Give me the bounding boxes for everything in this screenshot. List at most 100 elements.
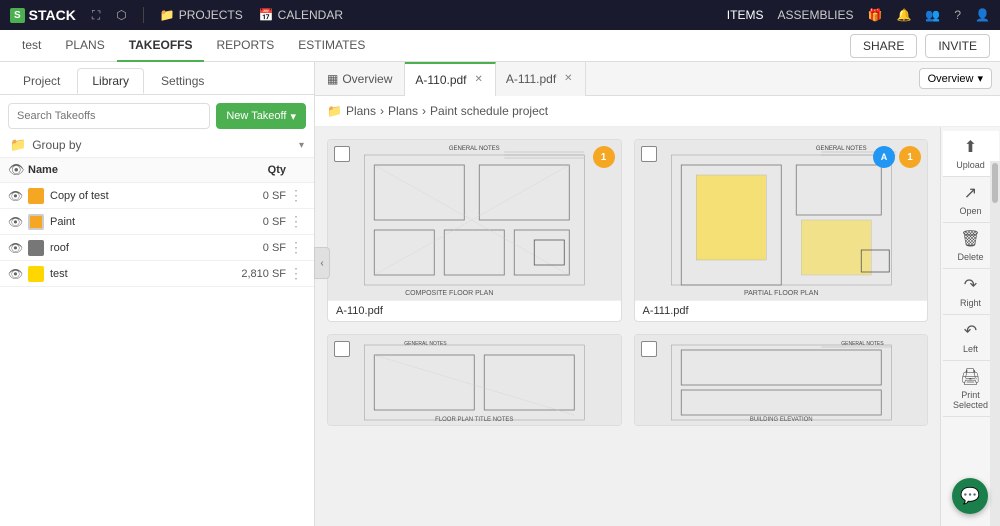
tab-a110-label: A-110.pdf: [415, 73, 466, 87]
table-row[interactable]: 👁 Paint 0 SF ⋮: [0, 209, 314, 235]
plan-thumb-a111: PARTIAL FLOOR PLAN GENERAL NOTES A 1: [635, 140, 928, 300]
tab-a110[interactable]: A-110.pdf ✕: [405, 62, 496, 96]
plan-card-a111[interactable]: PARTIAL FLOOR PLAN GENERAL NOTES A 1 A-1…: [634, 139, 929, 322]
plan-checkbox-a113[interactable]: [641, 341, 657, 357]
main-layout: Project Library Settings New Takeoff ▾ 📁…: [0, 62, 1000, 526]
top-nav: S STACK ⛶ ⬡ 📁 PROJECTS 📅 CALENDAR ITEMS …: [0, 0, 1000, 30]
overview-grid-icon: ▦: [327, 72, 338, 86]
account-icon[interactable]: 👤: [975, 8, 990, 22]
group-by-label: Group by: [32, 138, 293, 152]
breadcrumb-segment-3: Paint schedule project: [430, 104, 548, 118]
tab-overview[interactable]: ▦ Overview: [315, 62, 405, 96]
search-row: New Takeoff ▾: [0, 95, 314, 133]
external-link-icon[interactable]: ⬡: [116, 8, 126, 22]
tabs-bar: ▦ Overview A-110.pdf ✕ A-111.pdf ✕ Overv…: [315, 62, 1000, 96]
row-eye-icon: 👁: [8, 241, 28, 255]
subnav-reports[interactable]: REPORTS: [204, 30, 286, 62]
subnav-estimates[interactable]: ESTIMATES: [286, 30, 377, 62]
tabs-right: Overview ▾: [919, 68, 1000, 89]
breadcrumb-folder-icon: 📁: [327, 104, 342, 118]
breadcrumb-segment-1[interactable]: Plans: [346, 104, 376, 118]
plan-label-a111: A-111.pdf: [635, 300, 928, 321]
row-qty: 0 SF: [216, 242, 286, 254]
top-nav-right: ITEMS ASSEMBLIES 🎁 🔔 👥 ? 👤: [727, 8, 990, 22]
row-menu-icon[interactable]: ⋮: [286, 265, 306, 282]
group-folder-icon: 📁: [10, 137, 26, 153]
table-row[interactable]: 👁 roof 0 SF ⋮: [0, 235, 314, 261]
assemblies-link[interactable]: ASSEMBLIES: [777, 8, 853, 22]
plan-thumb-a113: BUILDING ELEVATION GENERAL NOTES: [635, 335, 928, 425]
subnav-test[interactable]: test: [10, 30, 53, 62]
row-menu-icon[interactable]: ⋮: [286, 239, 306, 256]
subnav-plans[interactable]: PLANS: [53, 30, 116, 62]
svg-text:GENERAL NOTES: GENERAL NOTES: [815, 146, 866, 152]
scrollbar-thumb[interactable]: [992, 163, 998, 203]
sub-nav: test PLANS TAKEOFFS REPORTS ESTIMATES SH…: [0, 30, 1000, 62]
qty-header: Qty: [216, 164, 286, 176]
row-eye-icon: 👁: [8, 215, 28, 229]
breadcrumb-segment-2[interactable]: Plans: [388, 104, 418, 118]
delete-label: Delete: [957, 252, 983, 262]
items-link[interactable]: ITEMS: [727, 8, 764, 22]
tab-a111[interactable]: A-111.pdf ✕: [496, 62, 586, 96]
tab-library[interactable]: Library: [77, 68, 144, 94]
plan-checkbox-a112[interactable]: [334, 341, 350, 357]
tab-a111-close[interactable]: ✕: [562, 71, 574, 86]
left-panel-tabs: Project Library Settings: [0, 62, 314, 95]
table-row[interactable]: 👁 Copy of test 0 SF ⋮: [0, 183, 314, 209]
folder-icon: 📁: [160, 8, 175, 22]
visibility-header: 👁: [8, 162, 28, 178]
right-content: ▦ Overview A-110.pdf ✕ A-111.pdf ✕ Overv…: [315, 62, 1000, 526]
breadcrumb-sep2: ›: [422, 104, 426, 118]
bell-icon[interactable]: 🔔: [896, 8, 911, 22]
plan-badge-orange-a110: 1: [593, 146, 615, 168]
divider: [143, 7, 144, 23]
svg-text:GENERAL NOTES: GENERAL NOTES: [449, 146, 500, 152]
plan-card-a110[interactable]: COMPOSITE FLOOR PLAN GENERAL NOTES 1 A-1…: [327, 139, 622, 322]
row-color-swatch: [28, 240, 44, 256]
collapse-panel-button[interactable]: ‹: [314, 247, 330, 279]
scrollbar-track[interactable]: [990, 161, 1000, 526]
logo-text: STACK: [29, 7, 76, 23]
app-logo: S STACK: [10, 7, 76, 23]
new-takeoff-button[interactable]: New Takeoff ▾: [216, 103, 306, 129]
group-by-row[interactable]: 📁 Group by ▾: [0, 133, 314, 158]
tab-settings[interactable]: Settings: [146, 68, 219, 94]
plan-badge-orange-a111: 1: [899, 146, 921, 168]
tab-project[interactable]: Project: [8, 68, 75, 94]
invite-button[interactable]: INVITE: [925, 34, 990, 58]
svg-text:FLOOR PLAN TITLE NOTES: FLOOR PLAN TITLE NOTES: [435, 417, 513, 423]
row-name: Paint: [50, 216, 216, 228]
row-name: test: [50, 268, 216, 280]
rotate-right-icon: ↷: [964, 275, 977, 295]
plan-checkbox-a111[interactable]: [641, 146, 657, 162]
tab-a110-close[interactable]: ✕: [473, 72, 485, 87]
name-header: Name: [28, 164, 216, 176]
help-icon[interactable]: ?: [954, 8, 961, 22]
table-row[interactable]: 👁 test 2,810 SF ⋮: [0, 261, 314, 287]
search-input[interactable]: [8, 103, 210, 129]
plan-checkbox-a110[interactable]: [334, 146, 350, 162]
projects-nav-item[interactable]: 📁 PROJECTS: [160, 8, 243, 22]
print-label: Print Selected: [947, 390, 995, 410]
chat-bubble[interactable]: 💬: [952, 478, 988, 514]
breadcrumb: 📁 Plans › Plans › Paint schedule project: [315, 96, 1000, 127]
svg-text:COMPOSITE FLOOR PLAN: COMPOSITE FLOOR PLAN: [405, 290, 493, 297]
people-icon[interactable]: 👥: [925, 8, 940, 22]
takeoff-table: 👁 Name Qty 👁 Copy of test 0 SF ⋮ 👁 Paint…: [0, 158, 314, 526]
gift-icon[interactable]: 🎁: [868, 8, 883, 22]
plan-thumb-a112: FLOOR PLAN TITLE NOTES GENERAL NOTES: [328, 335, 621, 425]
view-dropdown-arrow: ▾: [977, 72, 983, 85]
view-dropdown[interactable]: Overview ▾: [919, 68, 992, 89]
row-menu-icon[interactable]: ⋮: [286, 213, 306, 230]
plan-label-a110: A-110.pdf: [328, 300, 621, 321]
plan-card-a112[interactable]: FLOOR PLAN TITLE NOTES GENERAL NOTES: [327, 334, 622, 426]
row-menu-icon[interactable]: ⋮: [286, 187, 306, 204]
svg-text:PARTIAL FLOOR PLAN: PARTIAL FLOOR PLAN: [743, 290, 818, 297]
upload-label: Upload: [956, 160, 985, 170]
expand-icon[interactable]: ⛶: [92, 8, 100, 23]
share-button[interactable]: SHARE: [850, 34, 917, 58]
plan-card-a113[interactable]: BUILDING ELEVATION GENERAL NOTES: [634, 334, 929, 426]
subnav-takeoffs[interactable]: TAKEOFFS: [117, 30, 205, 62]
calendar-nav-item[interactable]: 📅 CALENDAR: [259, 8, 343, 22]
